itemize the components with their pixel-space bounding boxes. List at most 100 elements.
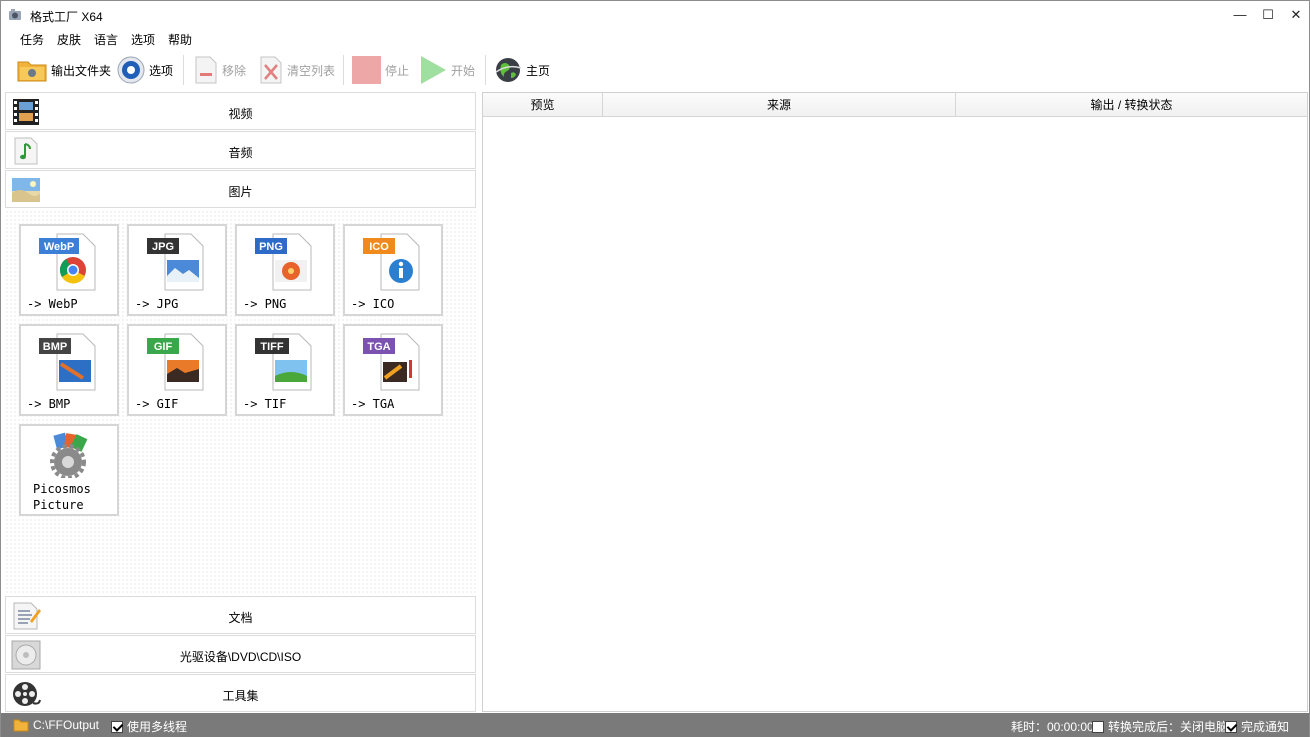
- format-tile-label: -> PNG: [243, 297, 287, 311]
- notify-label: 完成通知: [1241, 720, 1290, 734]
- category-optical[interactable]: 光驱设备\DVD\CD\ISO: [5, 635, 476, 673]
- app-window: 格式工厂 X64 — ☐ ✕ 任务 皮肤 语言 选项 帮助 输出文件夹 选项 移…: [0, 0, 1310, 737]
- format-tile-png[interactable]: PNG -> PNG: [235, 224, 335, 316]
- bmp-badge: BMP: [43, 341, 67, 353]
- category-audio[interactable]: 音频: [5, 131, 476, 169]
- category-video-label: 视频: [228, 107, 253, 121]
- options-gear-icon: [117, 56, 145, 84]
- elapsed-time-text: 耗时：00:00:00: [1011, 720, 1094, 734]
- output-folder-label: 输出文件夹: [51, 63, 112, 78]
- format-tile-jpg[interactable]: JPG -> JPG: [127, 224, 227, 316]
- format-tile-label: -> BMP: [27, 397, 71, 411]
- remove-document-icon: [195, 56, 217, 84]
- tiff-badge: TIFF: [260, 341, 283, 353]
- notify-check-icon: [1225, 720, 1237, 733]
- format-tile-webp[interactable]: WebP -> WebP: [19, 224, 119, 316]
- format-tile-tga[interactable]: TGA -> TGA: [343, 324, 443, 416]
- clear-list-label: 清空列表: [287, 63, 336, 78]
- column-header-output-status[interactable]: 输出 / 转换状态: [956, 93, 1307, 117]
- output-folder-button[interactable]: 输出文件夹: [16, 53, 111, 87]
- minimize-button[interactable]: —: [1225, 1, 1255, 29]
- multithread-label: 使用多线程: [127, 720, 188, 734]
- tiff-file-icon: TIFF: [255, 333, 312, 391]
- status-bar: C:\FFOutput 使用多线程 耗时：00:00:00 转换完成后：关闭电脑…: [1, 713, 1309, 737]
- options-button[interactable]: 选项: [116, 53, 173, 87]
- play-icon: [421, 56, 446, 84]
- output-path-text: C:\FFOutput: [33, 718, 100, 732]
- tga-file-icon: TGA: [363, 333, 420, 391]
- stop-button[interactable]: 停止: [351, 53, 409, 87]
- image-format-grid: WebP -> WebP JPG -> JPG PNG -> PNG ICO -…: [5, 210, 477, 595]
- category-image[interactable]: 图片: [5, 170, 476, 208]
- menu-help[interactable]: 帮助: [168, 31, 192, 48]
- notify-checkbox[interactable]: 完成通知: [1225, 718, 1289, 735]
- start-button[interactable]: 开始: [418, 53, 475, 87]
- picosmos-gear-icon: [50, 432, 88, 478]
- category-tools[interactable]: 工具集: [5, 674, 476, 712]
- column-header-source[interactable]: 来源: [603, 93, 956, 117]
- toolbar-separator: [343, 55, 344, 85]
- bmp-file-icon: BMP: [39, 333, 96, 391]
- menu-language[interactable]: 语言: [94, 31, 118, 48]
- close-button[interactable]: ✕: [1281, 1, 1310, 29]
- folder-icon: [17, 61, 47, 82]
- elapsed-time: 耗时：00:00:00: [1011, 718, 1094, 735]
- app-logo-icon: [9, 9, 21, 20]
- format-tile-label: -> WebP: [27, 297, 78, 311]
- column-header-preview[interactable]: 预览: [483, 93, 603, 117]
- format-tile-label: -> JPG: [135, 297, 179, 311]
- output-path[interactable]: C:\FFOutput: [13, 718, 99, 732]
- window-title: 格式工厂 X64: [30, 10, 103, 24]
- webp-file-icon: WebP: [39, 233, 96, 291]
- format-tile-label: -> ICO: [351, 297, 395, 311]
- maximize-button[interactable]: ☐: [1253, 1, 1283, 29]
- menu-task[interactable]: 任务: [20, 31, 44, 48]
- clear-list-button[interactable]: 清空列表: [258, 53, 335, 87]
- picosmos-label-line1: Picosmos: [33, 482, 91, 496]
- home-button[interactable]: 主页: [493, 53, 550, 87]
- category-document[interactable]: 文档: [5, 596, 476, 634]
- stop-icon: [352, 56, 381, 84]
- format-tile-picosmos[interactable]: Picosmos Picture: [19, 424, 119, 516]
- format-tile-label: -> TGA: [351, 397, 395, 411]
- start-label: 开始: [451, 63, 476, 78]
- stop-label: 停止: [385, 63, 410, 78]
- multithread-checkbox[interactable]: 使用多线程: [111, 718, 187, 735]
- picosmos-label-line2: Picture: [33, 498, 84, 512]
- format-tile-label: -> GIF: [135, 397, 179, 411]
- clear-list-icon: [260, 56, 282, 84]
- menu-bar: 任务 皮肤 语言 选项 帮助: [1, 29, 1309, 47]
- format-tile-ico[interactable]: ICO -> ICO: [343, 224, 443, 316]
- home-label: 主页: [526, 63, 551, 78]
- format-tile-bmp[interactable]: BMP -> BMP: [19, 324, 119, 416]
- toolbar: 输出文件夹 选项 移除 清空列表 停止 开始 主页: [1, 49, 1309, 91]
- toolbar-separator: [485, 55, 486, 85]
- category-image-label: 图片: [228, 185, 253, 199]
- options-label: 选项: [149, 63, 174, 78]
- task-list[interactable]: 预览 来源 输出 / 转换状态: [482, 92, 1308, 712]
- menu-skin[interactable]: 皮肤: [57, 31, 81, 48]
- gif-file-icon: GIF: [147, 333, 204, 391]
- after-convert-checkbox[interactable]: 转换完成后：关闭电脑: [1092, 718, 1228, 735]
- ico-file-icon: ICO: [363, 233, 420, 291]
- title-bar: 格式工厂 X64 — ☐ ✕: [1, 1, 1309, 29]
- category-optical-label: 光驱设备\DVD\CD\ISO: [179, 650, 302, 664]
- category-document-label: 文档: [228, 611, 253, 625]
- globe-icon: [495, 58, 522, 82]
- remove-button[interactable]: 移除: [193, 53, 246, 87]
- menu-options[interactable]: 选项: [131, 31, 155, 48]
- jpg-file-icon: JPG: [147, 233, 204, 291]
- category-audio-label: 音频: [228, 146, 253, 160]
- folder-icon: [13, 719, 29, 732]
- tga-badge: TGA: [367, 341, 390, 353]
- category-video[interactable]: 视频: [5, 92, 476, 130]
- png-badge: PNG: [259, 241, 283, 253]
- ico-badge: ICO: [369, 241, 389, 253]
- png-file-icon: PNG: [255, 233, 312, 291]
- format-tile-gif[interactable]: GIF -> GIF: [127, 324, 227, 416]
- category-tools-label: 工具集: [222, 689, 259, 703]
- after-convert-check-icon: [1092, 720, 1104, 733]
- toolbar-separator: [183, 55, 184, 85]
- remove-label: 移除: [222, 63, 247, 78]
- format-tile-tif[interactable]: TIFF -> TIF: [235, 324, 335, 416]
